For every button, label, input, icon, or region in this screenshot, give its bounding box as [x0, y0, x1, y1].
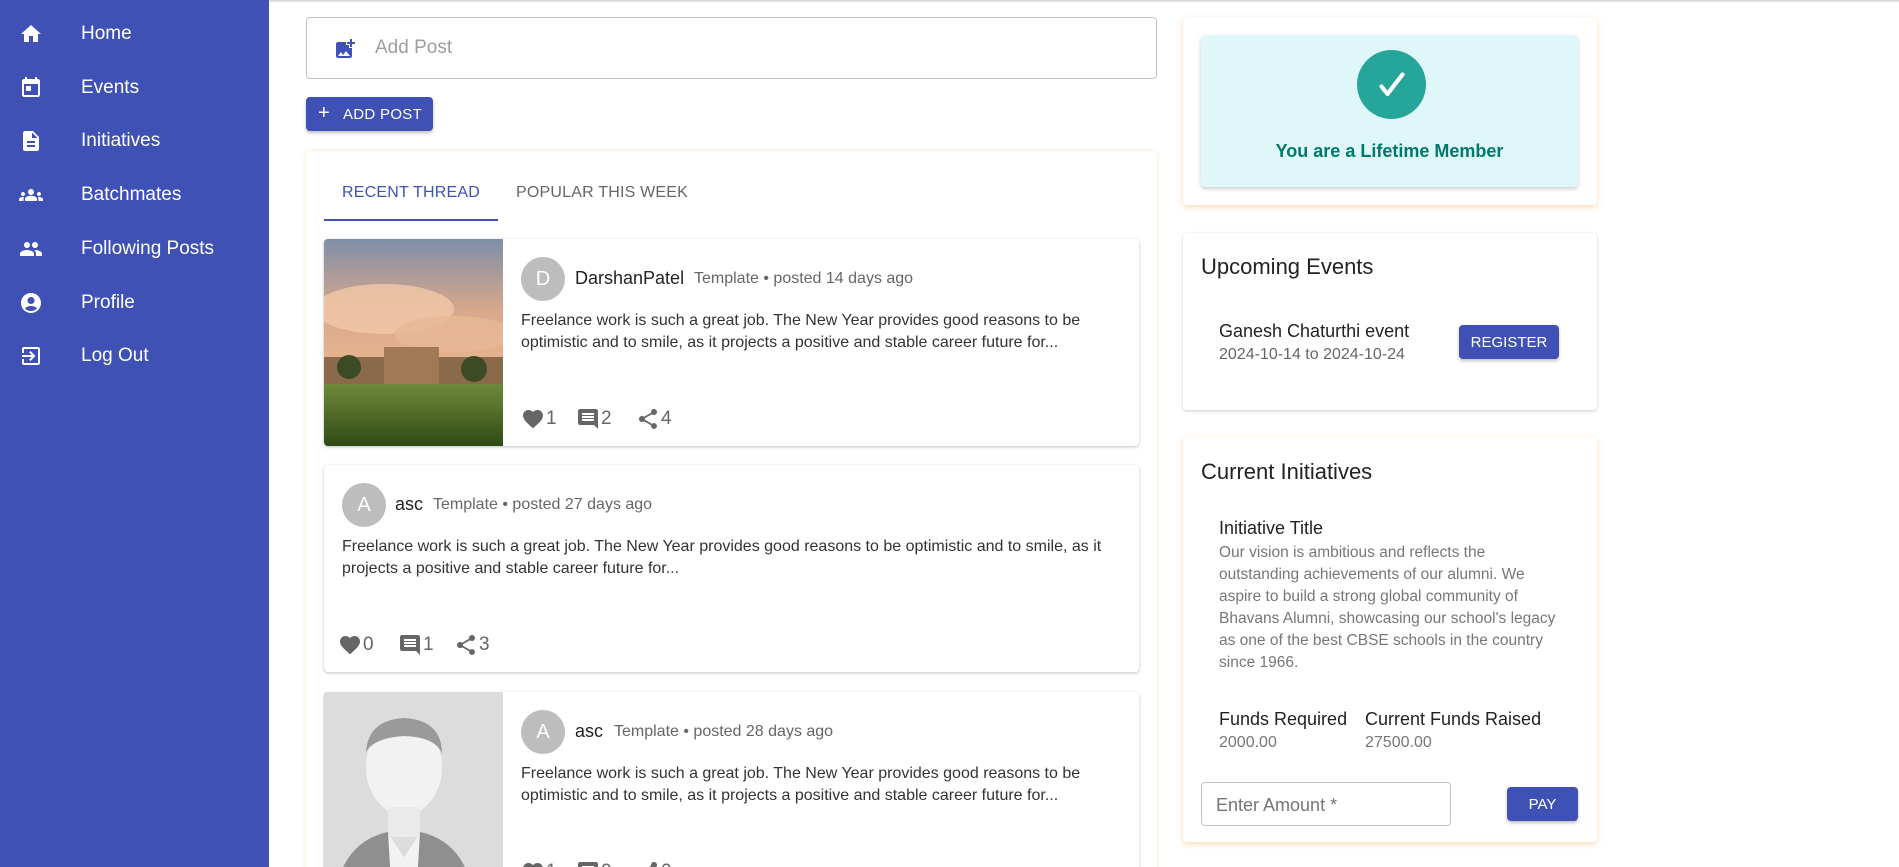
comment-action[interactable]: 1 [398, 633, 434, 657]
pay-button[interactable]: PAY [1507, 787, 1578, 821]
groups-icon [19, 183, 43, 207]
tab-recent-thread[interactable]: RECENT THREAD [342, 184, 480, 202]
heart-icon [340, 636, 360, 655]
post-meta: Template • posted 28 days ago [614, 723, 834, 740]
initiative-title: Initiative Title [1219, 518, 1324, 538]
sidebar-item-home[interactable]: Home [0, 11, 269, 57]
avatar[interactable]: A [521, 710, 565, 754]
card-title: Upcoming Events [1201, 254, 1374, 279]
sidebar-item-profile[interactable]: Profile [0, 280, 269, 326]
sidebar: Home Events Initiatives Batchmates Follo… [0, 0, 269, 867]
like-action[interactable]: 1 [521, 860, 557, 867]
like-count: 1 [546, 408, 557, 429]
post-card[interactable]: A asc Template • posted 28 days ago Free… [324, 692, 1139, 867]
sidebar-item-following-posts[interactable]: Following Posts [0, 226, 269, 272]
post-card[interactable]: A asc Template • posted 27 days ago Free… [324, 465, 1139, 672]
like-action[interactable]: 1 [521, 407, 557, 431]
card-title: Current Initiatives [1201, 459, 1373, 484]
funds-required-label: Funds Required [1219, 709, 1348, 729]
post-meta: Template • posted 14 days ago [694, 270, 914, 287]
check-circle-icon [1357, 50, 1426, 119]
placeholder-person-image [324, 692, 503, 867]
avatar[interactable]: D [521, 257, 565, 301]
post-author[interactable]: asc [575, 721, 603, 742]
membership-status: You are a Lifetime Member [1275, 141, 1504, 161]
feed-panel: RECENT THREAD POPULAR THIS WEEK D Darsha… [306, 151, 1157, 867]
post-body: Freelance work is such a great job. The … [342, 538, 1102, 577]
sidebar-item-batchmates[interactable]: Batchmates [0, 172, 269, 218]
share-icon [639, 409, 657, 429]
tab-popular-this-week[interactable]: POPULAR THIS WEEK [516, 184, 688, 202]
amount-placeholder: Enter Amount * [1216, 795, 1338, 815]
heart-icon [523, 863, 543, 867]
share-action[interactable]: 3 [454, 633, 490, 657]
membership-banner: You are a Lifetime Member [1201, 35, 1578, 187]
comment-icon [400, 635, 420, 655]
sidebar-item-events[interactable]: Events [0, 65, 269, 111]
share-action[interactable]: 4 [636, 407, 672, 431]
add-post-button-label: ADD POST [343, 106, 423, 123]
funds-raised-label: Current Funds Raised [1365, 709, 1542, 729]
avatar[interactable]: A [342, 483, 386, 527]
people-icon [19, 237, 43, 261]
membership-card: You are a Lifetime Member [1183, 17, 1597, 205]
sidebar-item-label: Initiatives [81, 130, 161, 151]
comment-count: 0 [601, 861, 612, 867]
campus-photo [324, 239, 514, 446]
add-post-input[interactable]: Add Post [306, 17, 1157, 79]
post-meta: Template • posted 27 days ago [433, 496, 653, 513]
account-circle-icon [19, 291, 43, 315]
initiative-description: Our vision is ambitious and reflects the… [1219, 544, 1556, 671]
event-dates: 2024-10-14 to 2024-10-24 [1219, 346, 1405, 363]
post-card[interactable]: D DarshanPatel Template • posted 14 days… [324, 239, 1139, 446]
sidebar-item-label: Following Posts [81, 238, 215, 259]
event-name: Ganesh Chaturthi event [1219, 321, 1410, 341]
share-count: 4 [661, 408, 672, 429]
active-tab-indicator [324, 219, 498, 221]
post-body: Freelance work is such a great job. The … [521, 312, 1081, 351]
comment-action[interactable]: 2 [576, 407, 612, 431]
sidebar-item-label: Log Out [81, 345, 149, 366]
sidebar-item-label: Batchmates [81, 184, 182, 205]
current-initiatives-card: Current Initiatives Initiative Title Our… [1183, 437, 1597, 842]
like-count: 1 [546, 861, 557, 867]
add-post-placeholder: Add Post [375, 37, 453, 58]
post-author[interactable]: DarshanPatel [575, 268, 684, 289]
register-button[interactable]: REGISTER [1459, 325, 1559, 359]
like-count: 0 [363, 634, 374, 655]
sidebar-item-label: Profile [81, 292, 135, 313]
share-count: 3 [479, 634, 490, 655]
add-post-button[interactable]: + ADD POST [306, 97, 433, 131]
heart-icon [523, 410, 543, 429]
post-body: Freelance work is such a great job. The … [521, 765, 1081, 804]
funds-raised-value: 27500.00 [1365, 734, 1432, 751]
funds-required-value: 2000.00 [1219, 734, 1277, 751]
like-action[interactable]: 0 [338, 633, 374, 657]
post-author[interactable]: asc [395, 494, 423, 515]
share-icon [457, 635, 475, 655]
document-icon [19, 129, 43, 153]
add-photo-icon[interactable] [333, 37, 357, 66]
sidebar-item-label: Home [81, 23, 132, 44]
share-count: 0 [661, 861, 672, 867]
comment-icon [578, 409, 598, 429]
comment-icon [578, 862, 598, 867]
top-divider [269, 0, 1899, 3]
upcoming-events-card: Upcoming Events Ganesh Chaturthi event 2… [1183, 233, 1597, 410]
calendar-icon [19, 76, 43, 100]
sidebar-item-logout[interactable]: Log Out [0, 333, 269, 379]
logout-icon [19, 344, 43, 368]
amount-input[interactable]: Enter Amount * [1201, 782, 1451, 826]
comment-count: 2 [601, 408, 612, 429]
comment-count: 1 [423, 634, 434, 655]
comment-action[interactable]: 0 [576, 860, 612, 867]
plus-icon: + [318, 102, 330, 124]
home-icon [19, 22, 43, 46]
share-icon [648, 862, 657, 867]
sidebar-item-initiatives[interactable]: Initiatives [0, 118, 269, 164]
share-action[interactable]: 0 [636, 860, 672, 867]
sidebar-item-label: Events [81, 77, 140, 98]
